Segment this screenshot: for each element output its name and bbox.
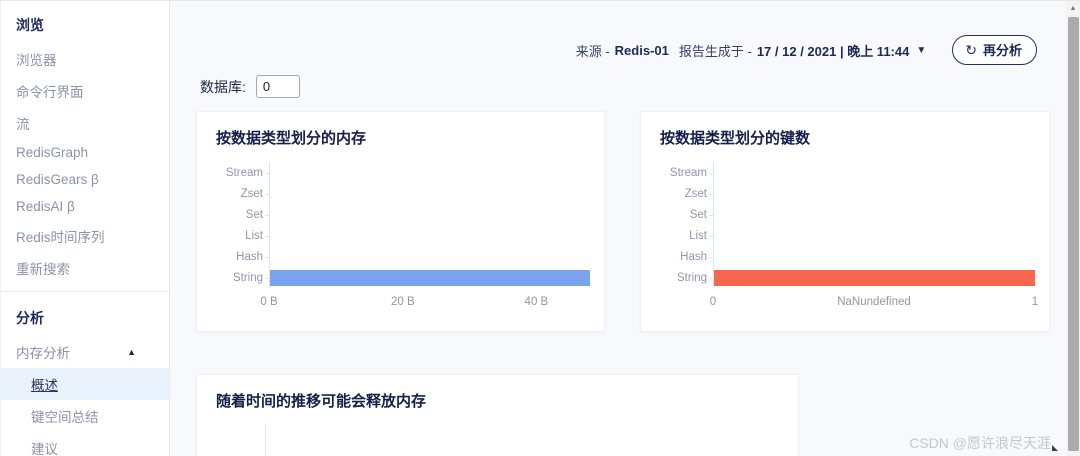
scrollbar-thumb[interactable] — [1068, 17, 1079, 451]
sidebar-item-redisgraph[interactable]: RedisGraph — [1, 139, 169, 166]
chart-title: 随着时间的推移可能会释放内存 — [197, 375, 798, 411]
y-axis-category-label: String — [660, 272, 707, 284]
reanalyze-button[interactable]: ↻ 再分析 — [952, 35, 1037, 65]
x-axis-tick-label: 40 B — [525, 296, 549, 308]
y-axis-category-label: List — [660, 230, 707, 242]
source-label: 来源 - — [576, 41, 610, 60]
report-dropdown-caret-icon[interactable]: ▼ — [916, 45, 926, 56]
sidebar-item-recommendations[interactable]: 建议 — [1, 432, 169, 456]
chart-title: 按数据类型划分的内存 — [197, 112, 604, 148]
y-axis-category-label: List — [216, 230, 263, 242]
vertical-scrollbar[interactable]: ▲ — [1066, 1, 1080, 456]
memory-freed-over-time-chart: 40 B — [197, 415, 798, 456]
sidebar-item-streams[interactable]: 流 — [1, 107, 169, 139]
y-axis-category-label: Stream — [216, 167, 263, 179]
sidebar: 浏览 浏览器 命令行界面 流 RedisGraph RedisGears β R… — [0, 1, 170, 456]
generated-label: 报告生成于 - — [679, 41, 752, 60]
source-value: Redis-01 — [615, 43, 669, 58]
sidebar-divider — [1, 291, 169, 292]
x-axis-tick-label: 0 B — [260, 296, 277, 308]
y-axis-line — [265, 423, 266, 456]
scrollbar-up-icon[interactable]: ▲ — [1066, 1, 1080, 16]
sidebar-section-analysis: 分析 — [1, 299, 169, 336]
memory-by-type-card: 按数据类型划分的内存 Stream Zset Set List Hash String 0 … — [196, 111, 605, 332]
sidebar-section-browse: 浏览 — [1, 6, 169, 43]
report-info-bar: 来源 - Redis-01 报告生成于 - 17 / 12 / 2021 | 晚… — [576, 35, 1037, 65]
sidebar-item-keyspace-summary[interactable]: 键空间总结 — [1, 400, 169, 432]
y-axis-category-label: Hash — [660, 251, 707, 263]
x-axis-tick-label: 20 B — [391, 296, 415, 308]
sidebar-item-browser[interactable]: 浏览器 — [1, 43, 169, 75]
plot-row — [713, 183, 1035, 204]
keys-by-type-chart: Stream Zset Set List Hash String0 NaNundefined… — [660, 162, 1035, 310]
collapse-caret-icon[interactable]: ▲ — [127, 347, 169, 357]
plot-row — [269, 225, 590, 246]
sidebar-item-redisai[interactable]: RedisAI β — [1, 193, 169, 220]
plot-row — [713, 225, 1035, 246]
keys-by-type-card: 按数据类型划分的键数 Stream Zset Set List Hash String0 N… — [640, 111, 1050, 332]
bar-string — [270, 270, 590, 286]
plot-row — [269, 267, 590, 288]
plot-row — [269, 204, 590, 225]
sidebar-item-redistimeseries[interactable]: Redis时间序列 — [1, 220, 169, 252]
x-axis-tick-label: 0 — [710, 296, 716, 308]
y-axis-category-label: Set — [660, 209, 707, 221]
y-axis-category-label: Set — [216, 209, 263, 221]
sidebar-item-redisearch[interactable]: 重新搜索 — [1, 252, 169, 284]
bar-string — [714, 270, 1035, 286]
y-axis-category-label: Zset — [660, 188, 707, 200]
refresh-icon: ↻ — [965, 43, 977, 57]
plot-row — [713, 204, 1035, 225]
memory-by-type-chart: Stream Zset Set List Hash String 0 B 20 B 40 B — [216, 162, 590, 310]
chart-title: 按数据类型划分的键数 — [641, 112, 1049, 148]
sidebar-item-memory-analysis[interactable]: 内存分析 ▲ — [1, 336, 169, 368]
plot-row — [269, 246, 590, 267]
y-axis-category-label: Stream — [660, 167, 707, 179]
plot-row — [269, 183, 590, 204]
x-axis-tick-label: 1 — [1032, 296, 1038, 308]
y-axis-category-label: Hash — [216, 251, 263, 263]
sidebar-item-redisgears[interactable]: RedisGears β — [1, 166, 169, 193]
database-input[interactable] — [256, 75, 300, 98]
watermark-caret-icon — [1052, 445, 1058, 451]
plot-row — [713, 267, 1035, 288]
sidebar-item-overview[interactable]: 概述 — [1, 368, 169, 400]
plot-row — [269, 162, 590, 183]
y-axis-category-label: String — [216, 272, 263, 284]
plot-row — [713, 246, 1035, 267]
main-content: 来源 - Redis-01 报告生成于 - 17 / 12 / 2021 | 晚… — [170, 1, 1080, 456]
sidebar-item-cli[interactable]: 命令行界面 — [1, 75, 169, 107]
plot-row — [713, 162, 1035, 183]
database-label: 数据库: — [200, 77, 246, 97]
memory-freed-over-time-card: 随着时间的推移可能会释放内存 40 B — [196, 374, 799, 456]
watermark: CSDN @愿许浪尽天涯 — [909, 433, 1058, 453]
x-axis-tick-label: NaNundefined — [837, 296, 911, 308]
generated-value: 17 / 12 / 2021 | 晚上 11:44 — [757, 41, 910, 60]
database-selector-row: 数据库: — [200, 75, 300, 98]
y-axis-category-label: Zset — [216, 188, 263, 200]
